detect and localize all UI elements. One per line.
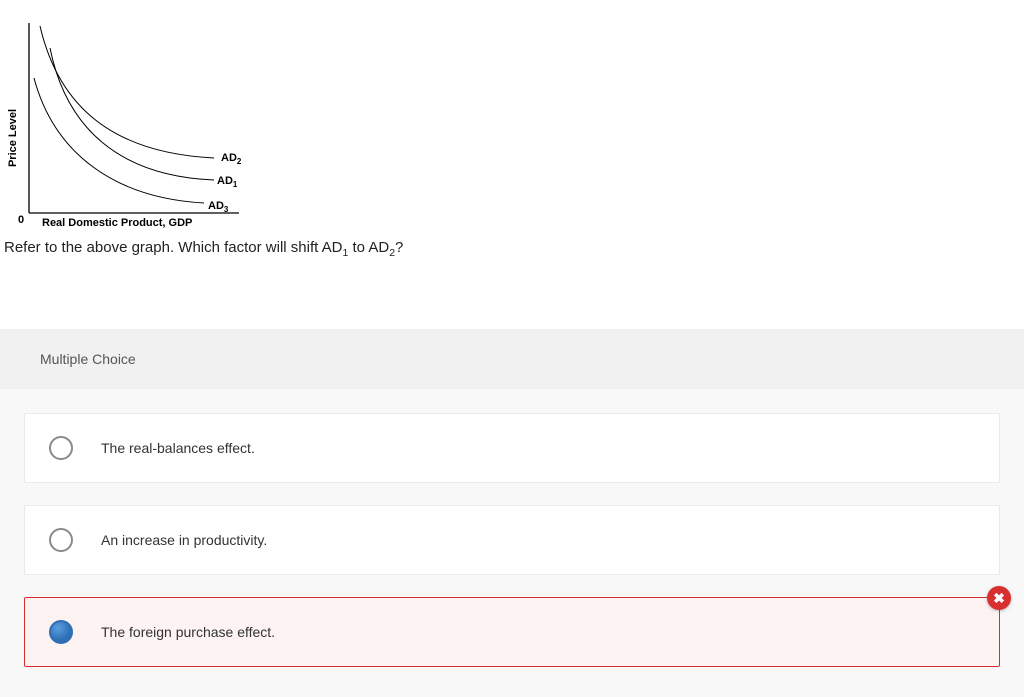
x-axis-label: Real Domestic Product, GDP [42,217,192,229]
option-label: The real-balances effect. [101,440,255,456]
option-label: An increase in productivity. [101,532,267,548]
radio-icon [49,436,73,460]
origin-label: 0 [18,214,24,226]
question-text: Refer to the above graph. Which factor w… [0,233,1024,259]
ad-curves-graph: AD2 AD1 AD3 Price Level 0 Real Domestic … [4,18,264,233]
option-0[interactable]: The real-balances effect. [24,413,1000,483]
svg-text:AD1: AD1 [217,175,238,189]
graph-area: AD2 AD1 AD3 Price Level 0 Real Domestic … [0,0,1024,233]
option-2[interactable]: The foreign purchase effect. ✖ [24,597,1000,667]
incorrect-badge-icon: ✖ [987,586,1011,610]
option-1[interactable]: An increase in productivity. [24,505,1000,575]
multiple-choice-section: Multiple Choice The real-balances effect… [0,329,1024,697]
option-label: The foreign purchase effect. [101,624,275,640]
options-list: The real-balances effect. An increase in… [0,389,1024,697]
mc-header: Multiple Choice [0,329,1024,389]
svg-text:AD3: AD3 [208,200,229,214]
radio-icon [49,528,73,552]
radio-icon [49,620,73,644]
y-axis-label: Price Level [7,109,19,167]
svg-text:AD2: AD2 [221,152,242,166]
